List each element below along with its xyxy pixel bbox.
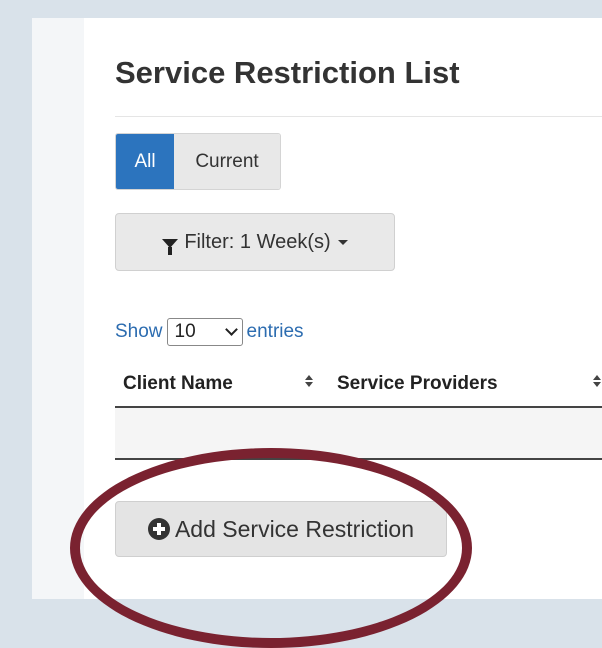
filter-dropdown-button[interactable]: Filter: 1 Week(s) [115, 213, 395, 271]
table-row-empty [115, 408, 602, 460]
show-label: Show [115, 321, 163, 342]
title-divider [115, 116, 602, 117]
filter-label: Filter: 1 Week(s) [184, 230, 331, 253]
add-service-restriction-button[interactable]: Add Service Restriction [115, 501, 447, 557]
entries-label: entries [246, 321, 304, 342]
left-gutter [32, 18, 84, 599]
chevron-down-icon [224, 323, 238, 336]
view-toggle-current[interactable]: Current [174, 134, 280, 189]
page-size-value: 10 [174, 321, 196, 342]
sort-icon[interactable] [305, 375, 313, 389]
add-service-restriction-label: Add Service Restriction [174, 515, 415, 542]
page-size-select[interactable]: 10 [166, 318, 243, 346]
column-header-service-providers[interactable]: Service Providers [337, 373, 498, 395]
plus-circle-icon [147, 518, 170, 540]
page-title: Service Restriction List [115, 55, 460, 90]
filter-icon [162, 238, 179, 255]
table-header: Client Name Service Providers [115, 364, 602, 408]
sort-icon[interactable] [593, 375, 601, 389]
entries-length-control: Show 10 entries [115, 318, 304, 346]
view-toggle-all[interactable]: All [116, 134, 174, 189]
column-header-client-name[interactable]: Client Name [123, 373, 233, 395]
caret-down-icon [337, 239, 348, 245]
view-toggle-group: All Current [115, 133, 281, 190]
